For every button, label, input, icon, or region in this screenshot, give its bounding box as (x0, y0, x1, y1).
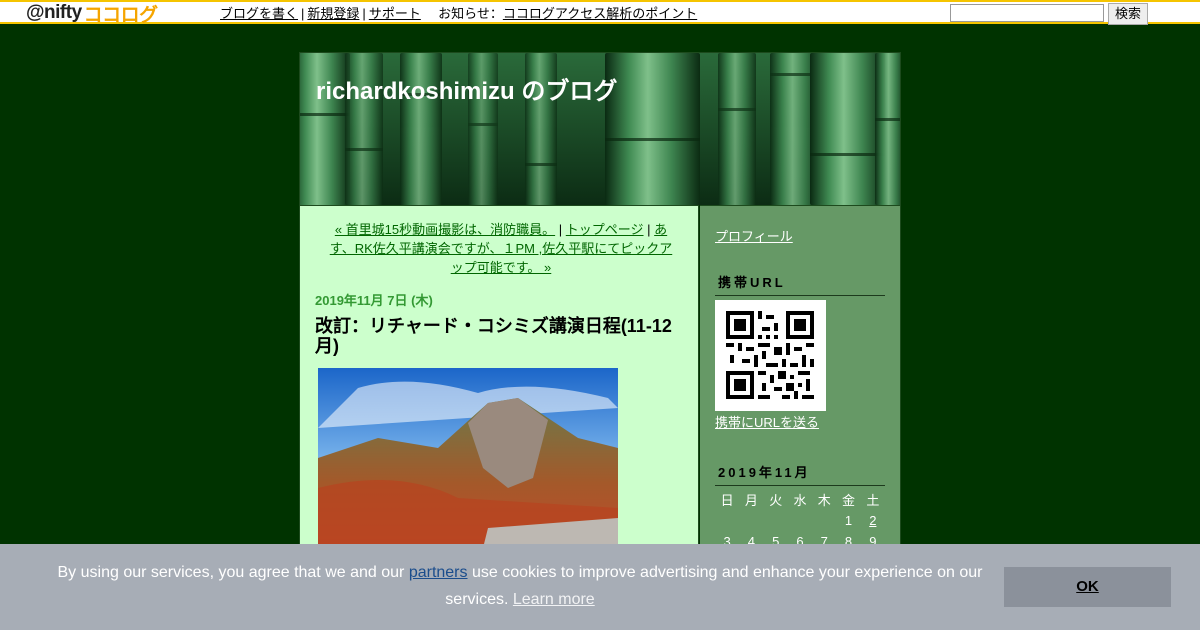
qr-code-icon (726, 311, 814, 399)
weekday: 月 (744, 493, 758, 508)
logo-prefix: @nifty (26, 2, 82, 23)
nifty-cocolog-logo[interactable]: @nifty ココログ (26, 2, 159, 26)
calendar-day: 1 (844, 513, 853, 528)
top-links: ブログを書く | 新規登録 | サポート お知らせ：ココログアクセス解析のポイント (220, 3, 697, 22)
bamboo-stalk (875, 53, 900, 205)
divider: | (558, 222, 563, 237)
news-separator: ： (489, 6, 503, 21)
post-navigation: « 首里城15秒動画撮影は、消防職員。 | トップページ | あす、RK佐久平講… (326, 220, 676, 277)
weekday: 金 (842, 493, 856, 508)
write-blog-link[interactable]: ブログを書く (220, 6, 298, 21)
calendar-weekday-row: 日 月 火 水 木 金 土 (715, 489, 885, 510)
blog-title[interactable]: richardkoshimizu のブログ (316, 71, 617, 106)
calendar-heading: 2019年11月 (715, 462, 885, 486)
divider: | (647, 222, 651, 237)
post-photo[interactable] (318, 368, 618, 568)
learn-more-link[interactable]: Learn more (513, 591, 595, 608)
weekday: 火 (769, 493, 783, 508)
divider: | (301, 6, 305, 21)
cookie-message: By using our services, you agree that we… (40, 559, 1000, 613)
search-button[interactable]: 検索 (1108, 3, 1148, 25)
news-label: お知らせ (438, 6, 490, 21)
mobile-url-heading: 携帯URL (715, 272, 885, 296)
weekday: 日 (720, 493, 734, 508)
partners-link[interactable]: partners (409, 564, 468, 581)
qr-code (715, 300, 826, 411)
calendar: 日 月 火 水 木 金 土 1 2 3 4 5 6 7 8 9 (715, 489, 885, 552)
prev-post-link[interactable]: « 首里城15秒動画撮影は、消防職員。 (335, 222, 555, 237)
bamboo-stalk (718, 53, 756, 205)
divider: | (362, 6, 366, 21)
bamboo-stalk (605, 53, 700, 205)
weekday: 水 (793, 493, 807, 508)
top-page-link[interactable]: トップページ (566, 222, 644, 237)
bamboo-stalk (810, 53, 885, 205)
profile-link[interactable]: プロフィール (715, 226, 793, 245)
weekday: 木 (817, 493, 831, 508)
mountain-photo (318, 368, 618, 568)
support-link[interactable]: サポート (369, 6, 421, 21)
weekday: 土 (866, 493, 880, 508)
ok-button[interactable]: OK (1004, 567, 1171, 607)
cookie-text-before: By using our services, you agree that we… (57, 564, 409, 581)
announcement-link[interactable]: ココログアクセス解析のポイント (503, 6, 697, 21)
register-link[interactable]: 新規登録 (307, 6, 359, 21)
calendar-day-link[interactable]: 2 (861, 513, 885, 528)
calendar-day-link-text[interactable]: 2 (869, 513, 876, 528)
post-date: 2019年11月 7日 (木) (315, 293, 433, 308)
calendar-week-row: 1 2 (715, 510, 885, 531)
search-input[interactable] (950, 4, 1104, 22)
blog-header: richardkoshimizu のブログ (300, 53, 900, 205)
cookie-consent-banner: By using our services, you agree that we… (0, 544, 1200, 630)
send-url-link[interactable]: 携帯にURLを送る (715, 412, 819, 431)
top-bar: @nifty ココログ ブログを書く | 新規登録 | サポート お知らせ：ココログアク… (0, 0, 1200, 26)
logo-suffix: ココログ (83, 4, 159, 26)
post-title: 改訂：リチャード・コシミズ講演日程(11-12月) (315, 316, 672, 356)
